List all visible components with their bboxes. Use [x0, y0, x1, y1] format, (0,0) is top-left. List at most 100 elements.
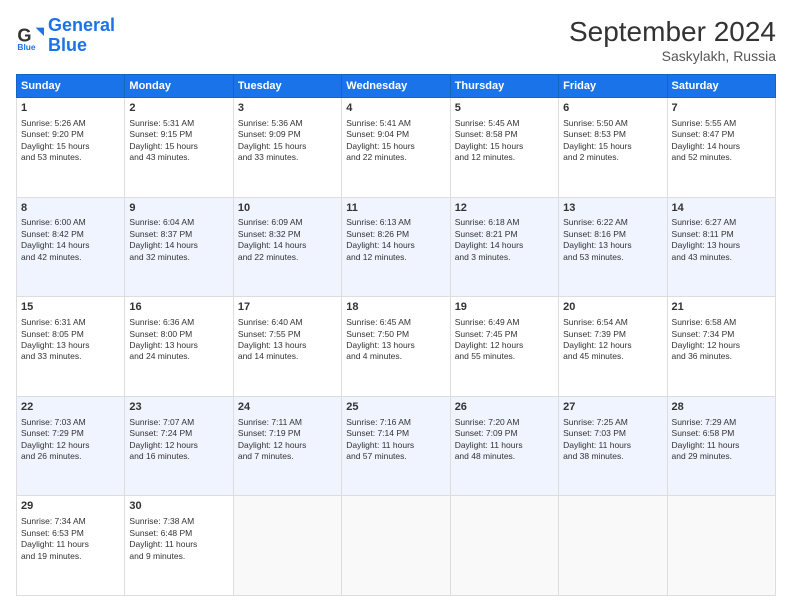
day-info-line: Sunrise: 6:13 AM — [346, 217, 445, 228]
col-monday: Monday — [125, 75, 233, 98]
logo-icon: G Blue — [16, 22, 44, 50]
day-info-line: and 33 minutes. — [21, 351, 120, 362]
day-info-line: Sunset: 7:34 PM — [672, 329, 771, 340]
day-info-line: Sunset: 8:47 PM — [672, 129, 771, 140]
day-info-line: Sunrise: 7:03 AM — [21, 417, 120, 428]
day-info-line: and 48 minutes. — [455, 451, 554, 462]
logo-name: General Blue — [48, 16, 115, 56]
day-info-line: Daylight: 13 hours — [563, 240, 662, 251]
day-info-line: Sunrise: 6:18 AM — [455, 217, 554, 228]
col-thursday: Thursday — [450, 75, 558, 98]
day-info-line: Sunset: 6:53 PM — [21, 528, 120, 539]
table-row: 1Sunrise: 5:26 AMSunset: 9:20 PMDaylight… — [17, 98, 125, 198]
calendar-week-row: 1Sunrise: 5:26 AMSunset: 9:20 PMDaylight… — [17, 98, 776, 198]
day-info-line: and 29 minutes. — [672, 451, 771, 462]
day-number: 12 — [455, 201, 554, 216]
day-info-line: Sunset: 7:09 PM — [455, 428, 554, 439]
day-number: 25 — [346, 400, 445, 415]
day-info-line: and 55 minutes. — [455, 351, 554, 362]
day-info-line: and 36 minutes. — [672, 351, 771, 362]
day-info-line: Sunset: 9:15 PM — [129, 129, 228, 140]
table-row: 21Sunrise: 6:58 AMSunset: 7:34 PMDayligh… — [667, 297, 775, 397]
day-info-line: Daylight: 15 hours — [238, 141, 337, 152]
day-number: 10 — [238, 201, 337, 216]
day-info-line: and 4 minutes. — [346, 351, 445, 362]
day-info-line: Sunrise: 7:38 AM — [129, 516, 228, 527]
table-row: 22Sunrise: 7:03 AMSunset: 7:29 PMDayligh… — [17, 396, 125, 496]
subtitle: Saskylakh, Russia — [569, 48, 776, 64]
day-info-line: and 52 minutes. — [672, 152, 771, 163]
table-row: 10Sunrise: 6:09 AMSunset: 8:32 PMDayligh… — [233, 197, 341, 297]
table-row: 16Sunrise: 6:36 AMSunset: 8:00 PMDayligh… — [125, 297, 233, 397]
day-info-line: Daylight: 13 hours — [346, 340, 445, 351]
day-info-line: Daylight: 14 hours — [672, 141, 771, 152]
day-info-line: Sunrise: 6:40 AM — [238, 317, 337, 328]
day-number: 7 — [672, 101, 771, 116]
day-info-line: and 12 minutes. — [455, 152, 554, 163]
day-number: 15 — [21, 300, 120, 315]
day-number: 6 — [563, 101, 662, 116]
day-info-line: Sunset: 8:11 PM — [672, 229, 771, 240]
day-info-line: Sunrise: 5:50 AM — [563, 118, 662, 129]
table-row: 15Sunrise: 6:31 AMSunset: 8:05 PMDayligh… — [17, 297, 125, 397]
day-info-line: Sunset: 8:05 PM — [21, 329, 120, 340]
day-info-line: and 42 minutes. — [21, 252, 120, 263]
day-info-line: Daylight: 11 hours — [563, 440, 662, 451]
day-info-line: Daylight: 12 hours — [563, 340, 662, 351]
table-row: 14Sunrise: 6:27 AMSunset: 8:11 PMDayligh… — [667, 197, 775, 297]
day-info-line: Sunset: 8:37 PM — [129, 229, 228, 240]
day-info-line: Sunrise: 5:41 AM — [346, 118, 445, 129]
day-info-line: Daylight: 15 hours — [129, 141, 228, 152]
day-info-line: Sunrise: 6:58 AM — [672, 317, 771, 328]
day-number: 5 — [455, 101, 554, 116]
day-info-line: Sunrise: 7:16 AM — [346, 417, 445, 428]
day-number: 29 — [21, 499, 120, 514]
day-number: 3 — [238, 101, 337, 116]
day-info-line: Daylight: 12 hours — [238, 440, 337, 451]
day-info-line: and 45 minutes. — [563, 351, 662, 362]
table-row: 17Sunrise: 6:40 AMSunset: 7:55 PMDayligh… — [233, 297, 341, 397]
table-row: 5Sunrise: 5:45 AMSunset: 8:58 PMDaylight… — [450, 98, 558, 198]
day-info-line: Sunrise: 5:45 AM — [455, 118, 554, 129]
calendar-week-row: 8Sunrise: 6:00 AMSunset: 8:42 PMDaylight… — [17, 197, 776, 297]
day-number: 17 — [238, 300, 337, 315]
calendar-table: Sunday Monday Tuesday Wednesday Thursday… — [16, 74, 776, 596]
day-info-line: Sunset: 8:16 PM — [563, 229, 662, 240]
day-info-line: Daylight: 14 hours — [346, 240, 445, 251]
day-info-line: Sunset: 6:58 PM — [672, 428, 771, 439]
day-info-line: Sunset: 8:32 PM — [238, 229, 337, 240]
day-info-line: Daylight: 14 hours — [455, 240, 554, 251]
table-row: 24Sunrise: 7:11 AMSunset: 7:19 PMDayligh… — [233, 396, 341, 496]
day-info-line: Daylight: 11 hours — [129, 539, 228, 550]
day-info-line: Daylight: 13 hours — [238, 340, 337, 351]
day-info-line: and 53 minutes. — [21, 152, 120, 163]
day-number: 11 — [346, 201, 445, 216]
day-number: 24 — [238, 400, 337, 415]
day-info-line: Daylight: 12 hours — [455, 340, 554, 351]
day-info-line: Sunset: 8:21 PM — [455, 229, 554, 240]
table-row: 4Sunrise: 5:41 AMSunset: 9:04 PMDaylight… — [342, 98, 450, 198]
table-row: 18Sunrise: 6:45 AMSunset: 7:50 PMDayligh… — [342, 297, 450, 397]
day-info-line: Sunrise: 7:25 AM — [563, 417, 662, 428]
day-info-line: Daylight: 11 hours — [672, 440, 771, 451]
logo-line1: General — [48, 15, 115, 35]
day-info-line: Sunrise: 6:54 AM — [563, 317, 662, 328]
day-info-line: Sunrise: 6:45 AM — [346, 317, 445, 328]
day-info-line: Daylight: 11 hours — [346, 440, 445, 451]
calendar-week-row: 15Sunrise: 6:31 AMSunset: 8:05 PMDayligh… — [17, 297, 776, 397]
day-info-line: Sunset: 7:39 PM — [563, 329, 662, 340]
day-number: 19 — [455, 300, 554, 315]
table-row: 26Sunrise: 7:20 AMSunset: 7:09 PMDayligh… — [450, 396, 558, 496]
table-row — [233, 496, 341, 596]
day-info-line: Daylight: 11 hours — [455, 440, 554, 451]
table-row: 28Sunrise: 7:29 AMSunset: 6:58 PMDayligh… — [667, 396, 775, 496]
table-row: 9Sunrise: 6:04 AMSunset: 8:37 PMDaylight… — [125, 197, 233, 297]
day-info-line: Sunrise: 6:04 AM — [129, 217, 228, 228]
day-number: 2 — [129, 101, 228, 116]
table-row: 29Sunrise: 7:34 AMSunset: 6:53 PMDayligh… — [17, 496, 125, 596]
day-info-line: Sunrise: 6:22 AM — [563, 217, 662, 228]
day-info-line: and 3 minutes. — [455, 252, 554, 263]
table-row: 13Sunrise: 6:22 AMSunset: 8:16 PMDayligh… — [559, 197, 667, 297]
day-number: 26 — [455, 400, 554, 415]
day-info-line: Sunrise: 7:07 AM — [129, 417, 228, 428]
